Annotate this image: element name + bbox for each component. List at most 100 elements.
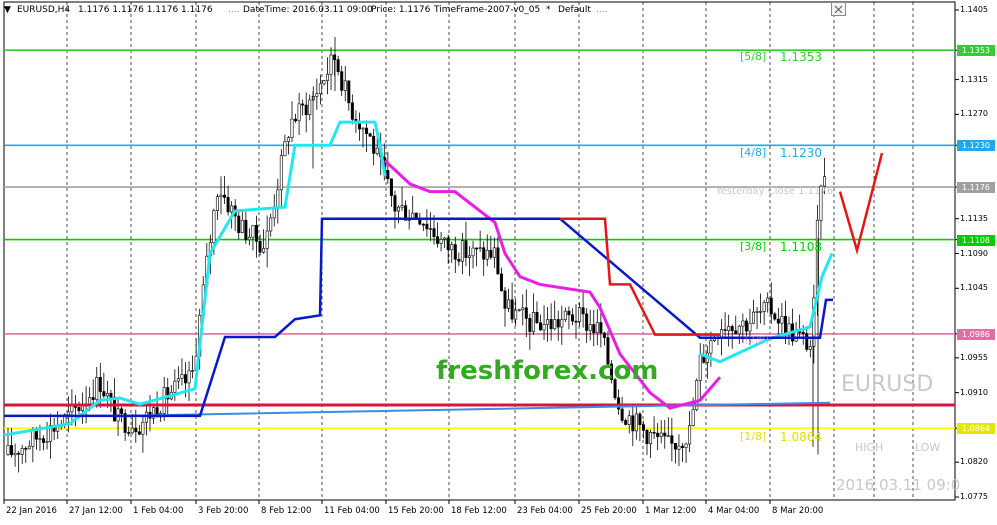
candle-body [446,237,450,251]
candle-body [134,427,138,433]
dotted-marker-1: .... [228,5,240,15]
candle-body [88,397,92,405]
candle-body [581,307,585,315]
candle-body [482,247,486,260]
candle-body [652,431,656,434]
dotted-marker-2: .... [358,5,370,15]
candle-body [822,176,826,187]
candle-body [546,319,550,325]
candle-body [91,397,95,400]
candle-body [212,210,216,244]
candle-body [734,330,738,335]
candle-body [450,244,454,251]
candle-body [720,329,724,338]
candle-body [680,445,684,448]
price-level-tag: 1.1353 [957,45,995,57]
candle-body [560,319,564,328]
candle-body [567,310,571,316]
candle-body [34,430,38,440]
time-axis-label: 1 Mar 12:00 [645,506,697,516]
candle-body [17,452,21,455]
candle-body [141,421,145,435]
candle-body [255,225,259,242]
candle-body [361,127,365,130]
candle-body [751,311,755,324]
candle-body [698,354,702,381]
candle-body [10,445,14,456]
candle-body [723,329,727,331]
candle-body [741,320,745,327]
candle-body [538,322,542,331]
candle-body [215,196,219,211]
candle-body [173,380,177,393]
murrey-level-name: [5/8] [740,50,767,63]
candle-body [528,318,532,332]
candle-body [666,435,670,438]
candle-body [684,443,688,448]
candle-body [659,432,663,437]
candle-body [120,408,124,414]
candle-body [336,59,340,72]
candle-body [759,311,763,313]
candle-body [258,241,262,253]
dropdown-arrow-icon[interactable]: ▼ [4,5,11,15]
time-axis-label: 18 Feb 12:00 [451,506,507,516]
price-level-tag: 1.1230 [957,140,995,152]
candle-body [247,236,251,241]
candle-body [27,445,31,450]
candle-body [13,452,17,456]
candle-body [755,311,759,313]
candle-body [492,247,496,258]
candle-body [127,432,131,434]
datetime-readout: DateTime: 2016.03.11 09:00 [243,5,373,15]
price-axis-label: 1.0820 [960,457,988,467]
candle-body [507,299,511,309]
dotted-marker-3: .... [596,5,608,15]
candle-body [801,331,805,335]
candle-body [184,374,188,384]
time-axis-label: 8 Mar 20:00 [772,506,824,516]
candle-body [325,73,329,81]
candle-body [673,443,677,450]
candle-body [766,297,770,303]
murrey-level-name: [4/8] [740,146,767,159]
candle-body [45,440,49,443]
candle-body [322,80,326,85]
candle-body [230,205,234,213]
candle-body [223,194,227,198]
murrey-level-name: [1/8] [740,430,767,443]
candle-body [453,244,457,260]
candle-body [670,435,674,444]
candle-body [244,219,248,241]
time-axis-label: 15 Feb 20:00 [388,506,444,516]
candle-body [808,346,812,350]
candle-body [503,290,507,309]
price-chart[interactable] [0,0,997,525]
price-axis-label: 1.1405 [960,5,988,14]
candle-body [187,370,191,384]
price-axis-label: 1.1045 [960,283,988,293]
price-axis-label: 1.0910 [960,387,988,397]
default-label: Default [558,5,591,15]
candle-body [531,312,535,332]
candle-body [556,319,560,328]
candle-body [180,374,184,379]
candle-body [762,302,766,312]
candle-body [38,438,42,440]
candle-body [251,225,255,238]
candle-body [162,387,166,414]
murrey-level-name: [3/8] [740,240,767,253]
low-watermark: LOW [915,441,941,454]
time-axis-label: 27 Jan 12:00 [69,506,123,516]
candle-body [641,424,645,431]
candle-body [773,313,777,320]
candle-body [428,228,432,230]
timeframe-readout: TimeFrame-2007-v0_05 [434,5,541,15]
chart-window[interactable]: ▼ EURUSD,H4 1.1176 1.1176 1.1176 1.1176 … [0,0,997,525]
candle-body [400,205,404,208]
candle-body [570,314,574,322]
candle-body [191,370,195,372]
yesterday-close-label: Yesterday Close 1.1176 [716,186,834,197]
time-axis-label: 3 Feb 20:00 [198,506,249,516]
candle-body [95,377,99,400]
